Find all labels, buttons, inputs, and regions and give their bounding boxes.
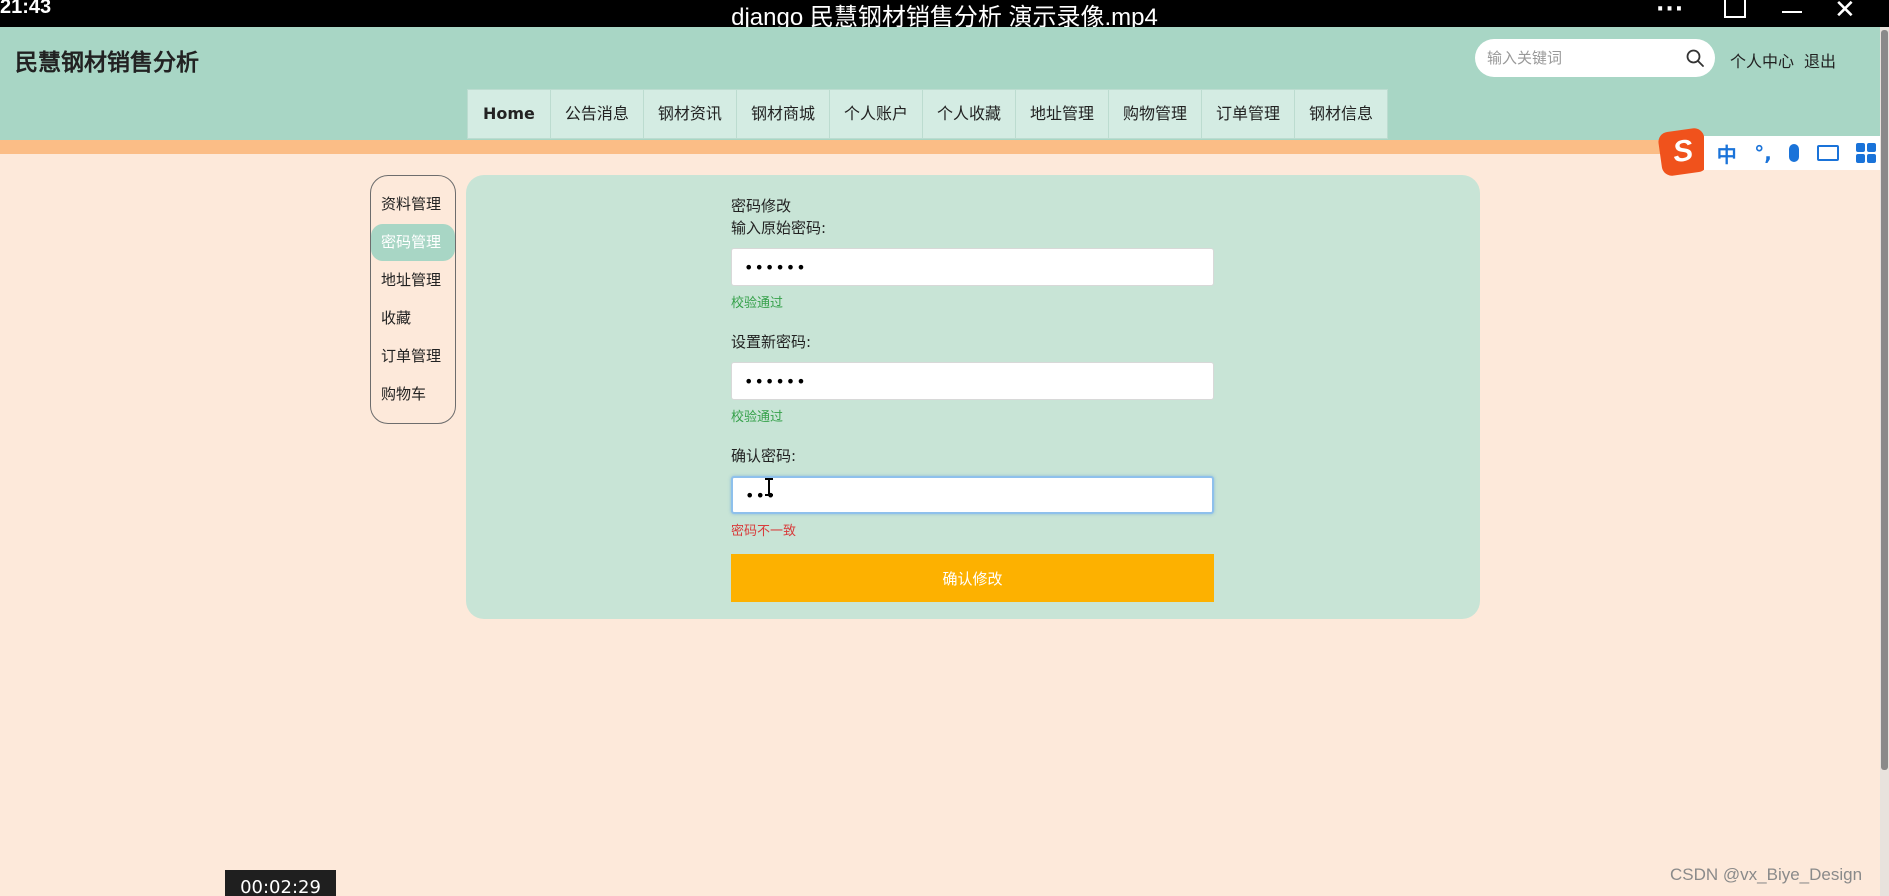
site-header: 民慧钢材销售分析 个人中心 退出 Home 公告消息 钢材资讯 钢材商城 个人账…	[0, 27, 1880, 140]
microphone-icon[interactable]	[1789, 144, 1800, 162]
side-item-profile[interactable]: 资料管理	[371, 186, 455, 223]
nav-item-address[interactable]: 地址管理	[1016, 90, 1109, 138]
scrollbar-thumb[interactable]	[1881, 30, 1888, 770]
text-cursor-icon	[765, 478, 773, 496]
new-password-input[interactable]	[731, 362, 1214, 400]
search-input[interactable]	[1487, 47, 1677, 69]
logout-link[interactable]: 退出	[1804, 48, 1836, 72]
side-menu: 资料管理 密码管理 地址管理 收藏 订单管理 购物车	[370, 175, 456, 424]
nav-item-account[interactable]: 个人账户	[830, 90, 923, 138]
form-heading: 密码修改	[731, 197, 792, 215]
search-box	[1475, 39, 1715, 77]
ime-toolbar: S 中 °,	[1657, 127, 1889, 178]
close-icon[interactable]: ✕	[1834, 0, 1856, 23]
side-item-address[interactable]: 地址管理	[371, 262, 455, 299]
picture-in-picture-icon[interactable]	[1724, 0, 1746, 18]
search-icon[interactable]	[1685, 48, 1705, 68]
confirm-change-button[interactable]: 确认修改	[731, 554, 1214, 602]
nav-item-favorites[interactable]: 个人收藏	[923, 90, 1016, 138]
side-item-favorites[interactable]: 收藏	[371, 300, 455, 337]
video-player-bar: 21:43 django 民慧钢材销售分析 演示录像.mp4 ··· ✕	[0, 0, 1889, 31]
old-password-hint: 校验通过	[731, 296, 784, 311]
old-password-label: 输入原始密码:	[731, 219, 827, 237]
nav-item-orders[interactable]: 订单管理	[1202, 90, 1296, 138]
video-timestamp: 00:02:29	[225, 870, 336, 896]
nav-item-steel-info[interactable]: 钢材信息	[1295, 90, 1387, 138]
side-item-cart[interactable]: 购物车	[371, 376, 455, 413]
personal-center-link[interactable]: 个人中心	[1730, 48, 1794, 72]
nav-item-steel-mall[interactable]: 钢材商城	[737, 90, 830, 138]
new-password-label: 设置新密码:	[731, 333, 812, 351]
ime-mode-toggle[interactable]: 中	[1717, 139, 1737, 168]
confirm-password-error: 密码不一致	[731, 524, 797, 539]
main-nav: Home 公告消息 钢材资讯 钢材商城 个人账户 个人收藏 地址管理 购物管理 …	[467, 89, 1389, 139]
more-icon[interactable]: ···	[1656, 0, 1684, 22]
site-title: 民慧钢材销售分析	[15, 50, 199, 76]
confirm-password-label: 确认密码:	[731, 447, 797, 465]
ime-punctuation-toggle[interactable]: °,	[1754, 141, 1772, 165]
confirm-password-input[interactable]	[731, 476, 1214, 514]
nav-item-steel-news[interactable]: 钢材资讯	[644, 90, 737, 138]
accent-strip	[0, 140, 1880, 154]
side-item-orders[interactable]: 订单管理	[371, 338, 455, 375]
ime-panel: 中 °,	[1704, 136, 1889, 170]
password-form: 密码修改 输入原始密码: 校验通过 设置新密码: 校验通过 确认密码: 密码不一…	[731, 195, 1214, 602]
old-password-input[interactable]	[731, 248, 1214, 286]
apps-grid-icon[interactable]	[1856, 143, 1877, 163]
nav-item-shopping[interactable]: 购物管理	[1109, 90, 1203, 138]
watermark: CSDN @vx_Biye_Design	[1670, 865, 1863, 884]
side-item-password[interactable]: 密码管理	[371, 224, 455, 261]
new-password-hint: 校验通过	[731, 410, 784, 425]
ime-logo-icon[interactable]: S	[1657, 127, 1709, 177]
nav-item-home[interactable]: Home	[468, 90, 551, 138]
minimize-icon[interactable]	[1782, 11, 1802, 13]
keyboard-icon[interactable]	[1816, 145, 1839, 161]
nav-item-announcements[interactable]: 公告消息	[551, 90, 644, 138]
password-form-panel: 密码修改 输入原始密码: 校验通过 设置新密码: 校验通过 确认密码: 密码不一…	[466, 175, 1480, 619]
